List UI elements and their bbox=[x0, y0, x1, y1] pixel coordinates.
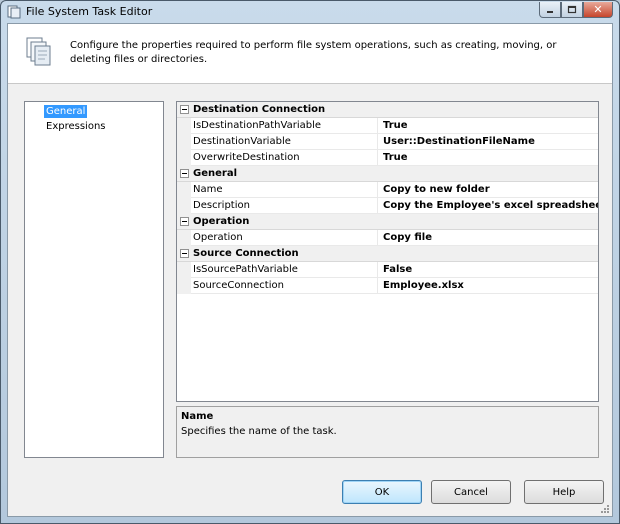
dialog-window: File System Task Editor ✕ Configure the … bbox=[0, 0, 620, 524]
close-button[interactable]: ✕ bbox=[583, 2, 613, 18]
category-operation[interactable]: Operation bbox=[177, 214, 598, 230]
row-gutter bbox=[177, 150, 191, 166]
maximize-icon bbox=[567, 5, 577, 14]
property-row[interactable]: SourceConnection Employee.xlsx bbox=[177, 278, 598, 294]
collapse-icon[interactable] bbox=[180, 105, 189, 114]
property-name: Name bbox=[193, 184, 223, 195]
property-name: Operation bbox=[193, 232, 243, 243]
column-divider bbox=[377, 198, 378, 214]
window-title: File System Task Editor bbox=[26, 5, 153, 18]
column-divider bbox=[377, 134, 378, 150]
property-row[interactable]: OverwriteDestination True bbox=[177, 150, 598, 166]
property-grid[interactable]: Destination Connection IsDestinationPath… bbox=[176, 101, 599, 402]
column-divider bbox=[377, 118, 378, 134]
row-gutter bbox=[177, 118, 191, 134]
property-value[interactable]: Copy file bbox=[383, 232, 598, 243]
property-row[interactable]: Name Copy to new folder bbox=[177, 182, 598, 198]
category-source-connection[interactable]: Source Connection bbox=[177, 246, 598, 262]
column-divider bbox=[377, 150, 378, 166]
category-destination-connection[interactable]: Destination Connection bbox=[177, 102, 598, 118]
collapse-icon[interactable] bbox=[180, 249, 189, 258]
property-value[interactable]: Copy to new folder bbox=[383, 184, 598, 195]
maximize-button[interactable] bbox=[561, 2, 583, 18]
category-label: Operation bbox=[193, 216, 250, 227]
property-row[interactable]: IsSourcePathVariable False bbox=[177, 262, 598, 278]
help-panel: Name Specifies the name of the task. bbox=[176, 406, 599, 458]
property-name: IsSourcePathVariable bbox=[193, 264, 298, 275]
row-gutter bbox=[177, 198, 191, 214]
header-panel: Configure the properties required to per… bbox=[8, 24, 612, 84]
column-divider bbox=[377, 182, 378, 198]
nav-item-expressions[interactable]: Expressions bbox=[44, 120, 108, 133]
header-description: Configure the properties required to per… bbox=[70, 40, 557, 65]
property-value[interactable]: Employee.xlsx bbox=[383, 280, 598, 291]
row-gutter bbox=[177, 262, 191, 278]
row-gutter bbox=[177, 182, 191, 198]
property-name: OverwriteDestination bbox=[193, 152, 300, 163]
dialog-body: Configure the properties required to per… bbox=[7, 23, 613, 517]
property-row[interactable]: IsDestinationPathVariable True bbox=[177, 118, 598, 134]
minimize-button[interactable] bbox=[539, 2, 561, 18]
row-gutter bbox=[177, 278, 191, 294]
column-divider bbox=[377, 278, 378, 294]
column-divider bbox=[377, 230, 378, 246]
category-label: Source Connection bbox=[193, 248, 299, 259]
resize-grip-icon[interactable] bbox=[600, 504, 610, 514]
category-label: General bbox=[193, 168, 237, 179]
cancel-button[interactable]: Cancel bbox=[431, 480, 511, 504]
nav-item-general[interactable]: General bbox=[44, 105, 88, 118]
collapse-icon[interactable] bbox=[180, 169, 189, 178]
minimize-icon bbox=[547, 10, 553, 13]
property-name: IsDestinationPathVariable bbox=[193, 120, 321, 131]
nav-list[interactable]: General Expressions bbox=[24, 101, 164, 458]
category-label: Destination Connection bbox=[193, 104, 326, 115]
property-value[interactable]: True bbox=[383, 120, 598, 131]
title-bar[interactable]: File System Task Editor ✕ bbox=[1, 1, 619, 23]
property-name: SourceConnection bbox=[193, 280, 284, 291]
close-icon: ✕ bbox=[593, 3, 603, 16]
property-value[interactable]: True bbox=[383, 152, 598, 163]
property-row[interactable]: Description Copy the Employee's excel sp… bbox=[177, 198, 598, 214]
property-value[interactable]: User::DestinationFileName bbox=[383, 136, 598, 147]
column-divider bbox=[377, 262, 378, 278]
row-gutter bbox=[177, 134, 191, 150]
property-value[interactable]: Copy the Employee's excel spreadsheet to… bbox=[383, 200, 598, 211]
property-row[interactable]: Operation Copy file bbox=[177, 230, 598, 246]
app-icon bbox=[7, 5, 21, 19]
category-general[interactable]: General bbox=[177, 166, 598, 182]
property-name: DestinationVariable bbox=[193, 136, 291, 147]
help-text: Specifies the name of the task. bbox=[181, 426, 337, 437]
property-value[interactable]: False bbox=[383, 264, 598, 275]
row-gutter bbox=[177, 230, 191, 246]
file-system-icon bbox=[26, 37, 51, 66]
property-name: Description bbox=[193, 200, 250, 211]
help-button[interactable]: Help bbox=[524, 480, 604, 504]
property-row[interactable]: DestinationVariable User::DestinationFil… bbox=[177, 134, 598, 150]
collapse-icon[interactable] bbox=[180, 217, 189, 226]
ok-button[interactable]: OK bbox=[342, 480, 422, 504]
help-title: Name bbox=[181, 411, 214, 422]
